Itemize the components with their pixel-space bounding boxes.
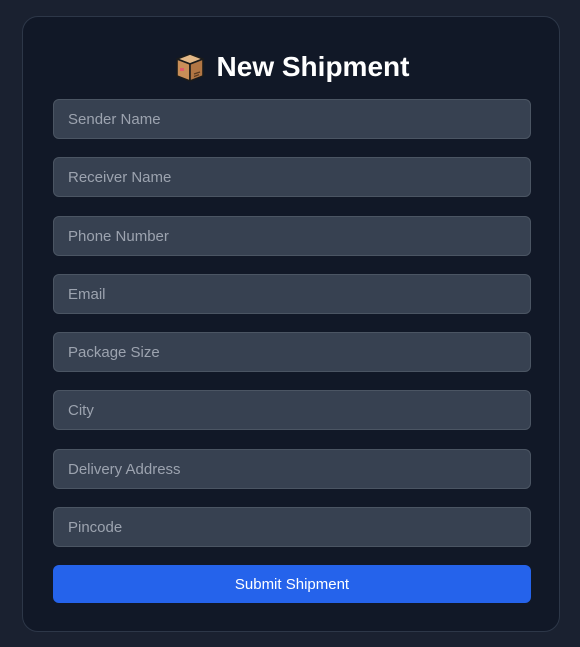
sender-name-input[interactable] <box>53 99 531 139</box>
city-input[interactable] <box>53 390 531 430</box>
form-title: New Shipment <box>216 51 410 82</box>
submit-shipment-button[interactable]: Submit Shipment <box>53 565 531 603</box>
phone-number-input[interactable] <box>53 216 531 256</box>
email-input[interactable] <box>53 274 531 314</box>
pincode-input[interactable] <box>53 507 531 547</box>
form-header: New Shipment <box>23 47 559 87</box>
shipment-form-card: New Shipment Submit Shipment <box>22 16 560 632</box>
receiver-name-input[interactable] <box>53 157 531 197</box>
delivery-address-input[interactable] <box>53 449 531 489</box>
package-size-input[interactable] <box>53 332 531 372</box>
package-box-icon <box>173 50 207 84</box>
